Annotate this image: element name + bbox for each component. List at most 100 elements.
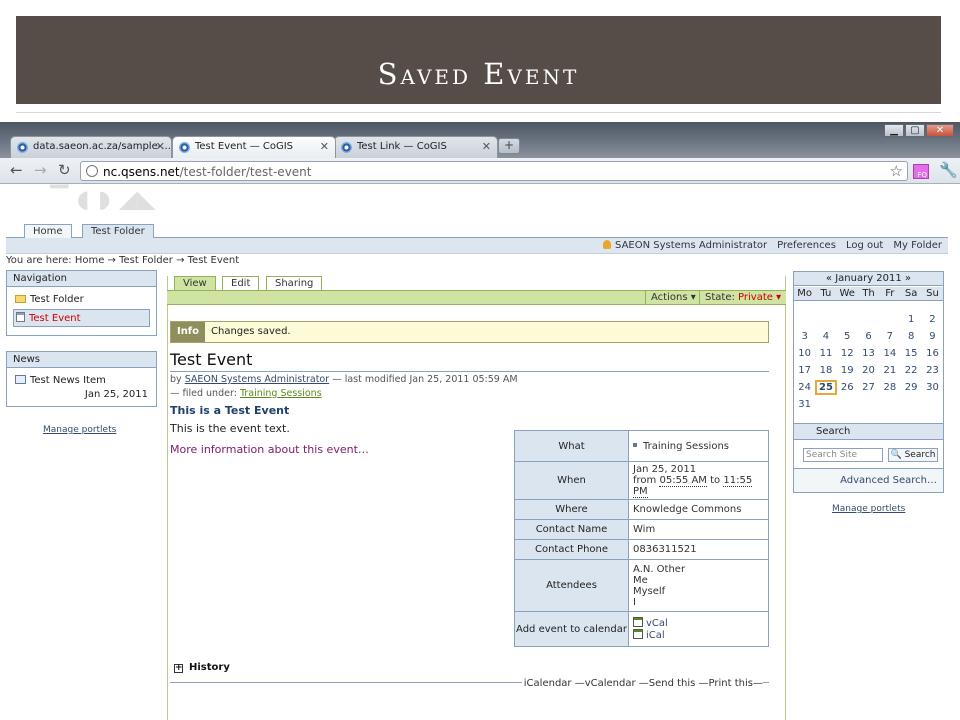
section-tab-test-folder[interactable]: Test Folder [82, 224, 154, 239]
search-footer: Advanced Search… [794, 468, 943, 492]
calendar-day[interactable]: 3 [794, 329, 815, 344]
address-bar[interactable]: nc.qsens.net/test-folder/test-event ☆ [80, 161, 908, 181]
calendar-day[interactable]: 15 [901, 346, 922, 361]
bookmark-star-icon[interactable]: ☆ [890, 162, 903, 180]
vcal-link[interactable]: vCal [633, 617, 764, 629]
calendar-day[interactable]: 18 [815, 363, 836, 378]
browser-tab-test-link[interactable]: Test Link — CoGIS ✕ [334, 136, 498, 158]
calendar-day[interactable]: 17 [794, 363, 815, 378]
attendees-value: A.N. Other Me Myself I [628, 559, 769, 612]
manage-portlets-link-right[interactable]: Manage portlets [832, 504, 905, 514]
browser-tab-data-saeon[interactable]: data.saeon.ac.za/sample-... ✕ [10, 136, 172, 158]
attendee: A.N. Other [633, 563, 686, 575]
maximize-window-button[interactable]: ▢ [905, 124, 925, 137]
reload-icon[interactable]: ↻ [58, 162, 71, 178]
minimize-window-button[interactable]: ▁ [884, 124, 904, 137]
vcal-link-text: vCal [646, 618, 668, 629]
new-tab-button[interactable]: + [498, 138, 520, 154]
calendar-day[interactable]: 23 [922, 363, 943, 378]
calendar-weekday: Th [862, 288, 875, 299]
forward-arrow-icon[interactable]: → [34, 162, 47, 178]
state-menu[interactable]: State: Private ▾ [699, 291, 786, 304]
slide-divider [16, 112, 941, 113]
calendar-day[interactable]: 22 [901, 363, 922, 378]
advanced-search-link[interactable]: Advanced Search… [840, 475, 937, 486]
calendar-day[interactable]: 2 [922, 312, 943, 327]
calendar-day[interactable]: 28 [879, 380, 900, 395]
nav-item-label: Test Folder [30, 294, 84, 305]
calendar-day[interactable]: 8 [901, 329, 922, 344]
search-input[interactable]: Search Site [803, 448, 883, 462]
when-to-label: to [710, 475, 721, 486]
calendar-day[interactable]: 27 [858, 380, 879, 395]
calendar-day[interactable]: 1 [901, 312, 922, 327]
state-value: Private ▾ [738, 292, 782, 303]
more-info-link[interactable]: More information about this event… [170, 443, 369, 456]
calendar-day[interactable]: 9 [922, 329, 943, 344]
news-item-title: Test News Item [30, 375, 106, 386]
back-arrow-icon[interactable]: ← [10, 162, 23, 178]
calendar-day[interactable]: 20 [858, 363, 879, 378]
contact-name-label: Contact Name [514, 519, 629, 540]
calendar-day-today[interactable]: 25 [815, 380, 837, 395]
user-name-link[interactable]: SAEON Systems Administrator [615, 240, 767, 251]
calendar-day[interactable]: 16 [922, 346, 943, 361]
page-info-icon[interactable] [86, 165, 98, 177]
calendar-day[interactable]: 5 [837, 329, 858, 344]
preferences-link[interactable]: Preferences [777, 240, 836, 251]
calendar-day[interactable]: 13 [858, 346, 879, 361]
calendar-day[interactable]: 30 [922, 380, 943, 395]
browser-tab-title: Test Event — CoGIS [195, 141, 294, 152]
section-tab-home[interactable]: Home [24, 224, 72, 239]
calendar-day[interactable]: 31 [794, 397, 815, 412]
search-button-label: Search [904, 450, 936, 460]
document-actions-links[interactable]: iCalendar —vCalendar —Send this —Print t… [521, 678, 763, 689]
news-item-link[interactable]: Test News Item [15, 375, 106, 386]
calendar-day[interactable]: 29 [901, 380, 922, 395]
calendar-day[interactable]: 12 [837, 346, 858, 361]
calendar-day[interactable]: 19 [837, 363, 858, 378]
calendar-day[interactable]: 24 [794, 380, 815, 395]
navigation-portlet: Navigation Test Folder Test Event [6, 270, 157, 336]
search-button[interactable]: 🔍 Search [888, 448, 938, 462]
document-text: This is the event text. [170, 422, 290, 435]
filed-under: — filed under: Training Sessions [170, 388, 322, 399]
tab-sharing[interactable]: Sharing [266, 276, 323, 290]
calendar-day[interactable]: 7 [879, 329, 900, 344]
calendar-day[interactable]: 26 [837, 380, 858, 395]
ical-link[interactable]: iCal [633, 629, 764, 641]
close-window-button[interactable]: ✕ [926, 124, 954, 137]
calendar-day[interactable]: 4 [815, 329, 836, 344]
event-details-table: What Training Sessions When Jan 25, 2011… [514, 430, 769, 647]
news-portlet: News Test News Item Jan 25, 2011 [6, 351, 157, 407]
browser-tab-test-event[interactable]: Test Event — CoGIS ✕ [172, 136, 336, 158]
calendar-day[interactable]: 14 [879, 346, 900, 361]
calendar-day[interactable]: 10 [794, 346, 815, 361]
news-item-date: Jan 25, 2011 [84, 389, 148, 400]
event-row-contact-phone: Contact Phone 0836311521 [514, 539, 769, 560]
log-out-link[interactable]: Log out [846, 240, 883, 251]
nav-item-test-folder[interactable]: Test Folder [15, 294, 84, 305]
extension-icon[interactable]: FQ [913, 164, 929, 179]
tab-edit[interactable]: Edit [222, 276, 260, 290]
calendar-day[interactable]: 11 [815, 346, 836, 361]
manage-portlets-link-left[interactable]: Manage portlets [43, 425, 116, 435]
close-tab-icon[interactable]: ✕ [482, 140, 491, 153]
tab-view[interactable]: View [174, 276, 216, 290]
calendar-month-header[interactable]: « January 2011 » [794, 272, 943, 286]
event-icon [16, 312, 25, 322]
history-toggle[interactable]: + History [174, 662, 230, 673]
wrench-menu-icon[interactable]: 🔧 [939, 161, 958, 179]
close-tab-icon[interactable]: ✕ [156, 140, 165, 153]
nav-item-test-event[interactable]: Test Event [13, 309, 150, 327]
last-modified: — last modified Jan 25, 2011 05:59 AM [332, 374, 518, 385]
category-link[interactable]: Training Sessions [240, 388, 322, 399]
actions-menu[interactable]: Actions ▾ [645, 291, 701, 304]
author-link[interactable]: SAEON Systems Administrator [185, 374, 329, 385]
my-folder-link[interactable]: My Folder [893, 240, 942, 251]
close-tab-icon[interactable]: ✕ [320, 140, 329, 153]
calendar-day[interactable]: 6 [858, 329, 879, 344]
calendar-day[interactable]: 21 [879, 363, 900, 378]
what-value-text[interactable]: Training Sessions [643, 441, 729, 452]
news-icon [15, 375, 26, 384]
